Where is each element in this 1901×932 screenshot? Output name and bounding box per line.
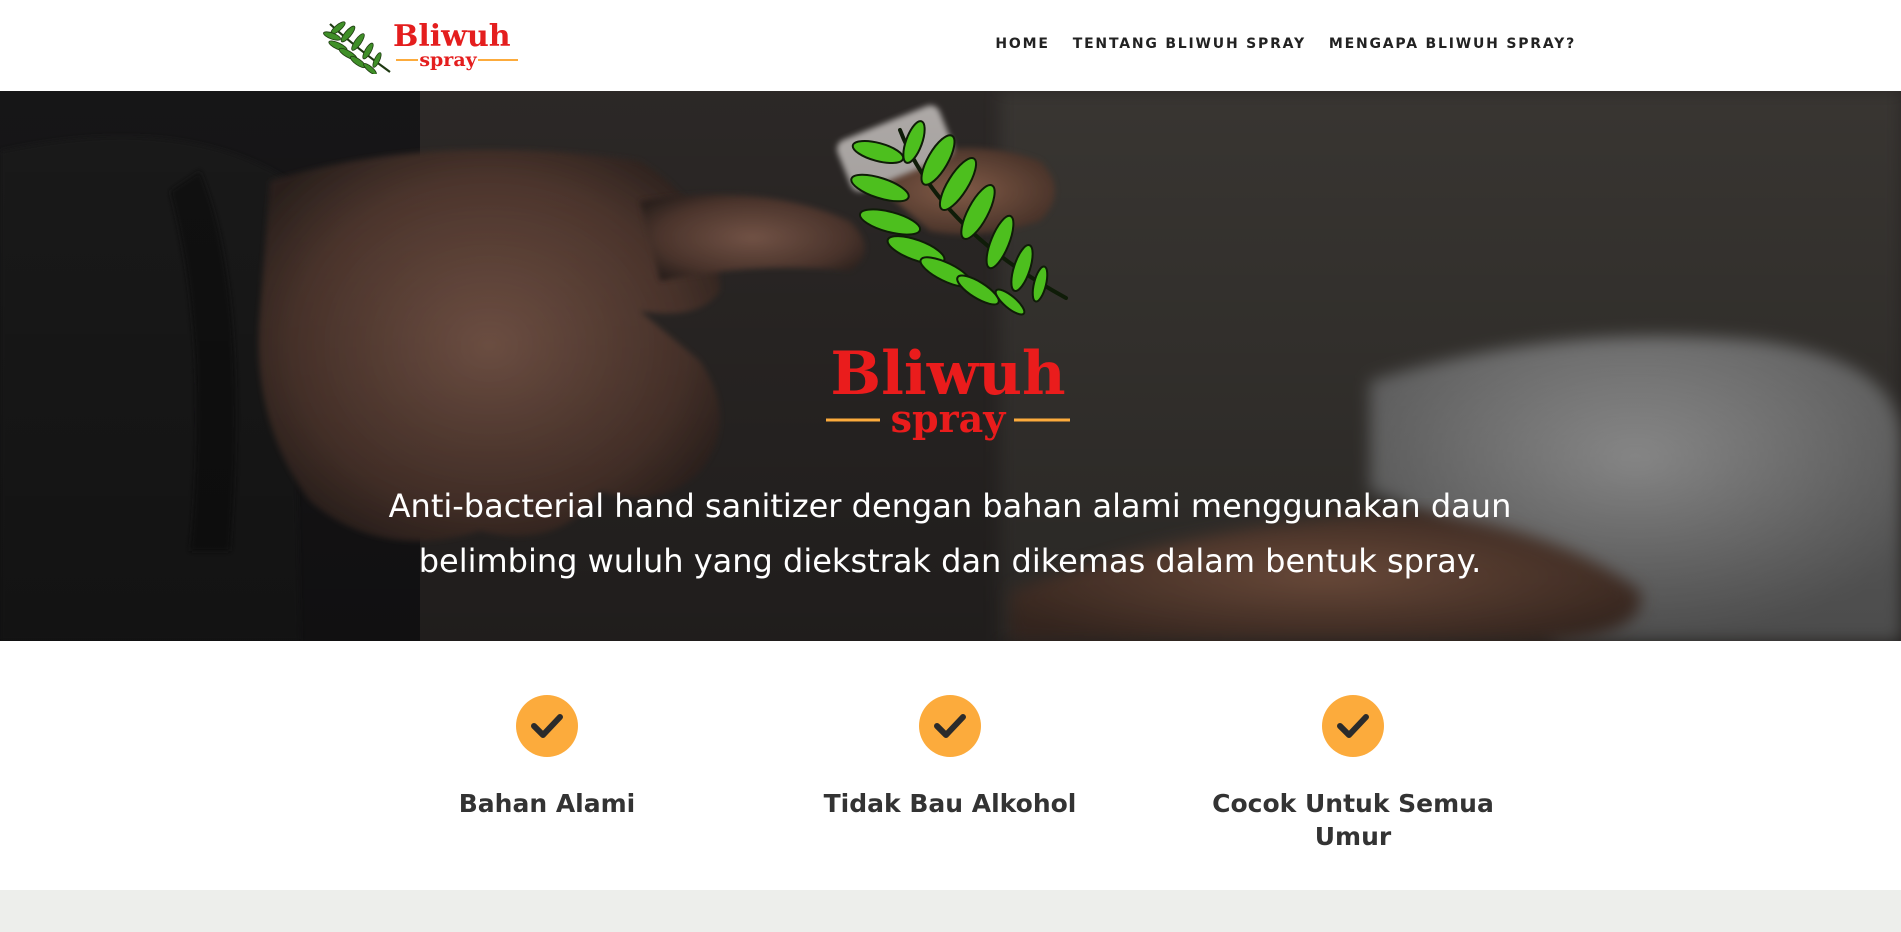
next-section-band (0, 890, 1901, 932)
svg-text:spray: spray (891, 396, 1007, 441)
feature-title: Cocok Untuk Semua Umur (1212, 789, 1494, 851)
nav-tentang[interactable]: TENTANG BLIWUH SPRAY (1073, 36, 1306, 52)
hero-brand-emblem: Bliwuh spray (818, 118, 1078, 448)
feature-item: Cocok Untuk Semua Umur (1193, 695, 1513, 853)
feature-item: Bahan Alami (387, 695, 707, 820)
feature-title: Bahan Alami (458, 789, 636, 818)
check-icon (516, 695, 578, 757)
leaf-logo-icon: Bliwuh spray (323, 19, 518, 74)
site-header: Bliwuh spray HOME TENTANG BLIWUH SPRAY M… (0, 0, 1901, 91)
main-nav: HOME TENTANG BLIWUH SPRAY MENGAPA BLIWUH… (995, 36, 1576, 52)
hero-section: Bliwuh spray Anti-bacterial hand sanitiz… (0, 91, 1901, 641)
nav-mengapa[interactable]: MENGAPA BLIWUH SPRAY? (1329, 36, 1576, 52)
site-logo[interactable]: Bliwuh spray (322, 14, 527, 74)
nav-home[interactable]: HOME (995, 36, 1049, 52)
check-icon (919, 695, 981, 757)
features-section: Bahan Alami Tidak Bau Alkohol Cocok Untu… (0, 641, 1901, 890)
hero-tagline: Anti-bacterial hand sanitizer dengan bah… (388, 487, 1512, 580)
feature-title: Tidak Bau Alkohol (823, 789, 1077, 818)
feature-item: Tidak Bau Alkohol (790, 695, 1110, 820)
check-icon (1322, 695, 1384, 757)
leaf-emblem-icon: Bliwuh spray (826, 120, 1070, 441)
svg-text:spray: spray (419, 49, 477, 71)
